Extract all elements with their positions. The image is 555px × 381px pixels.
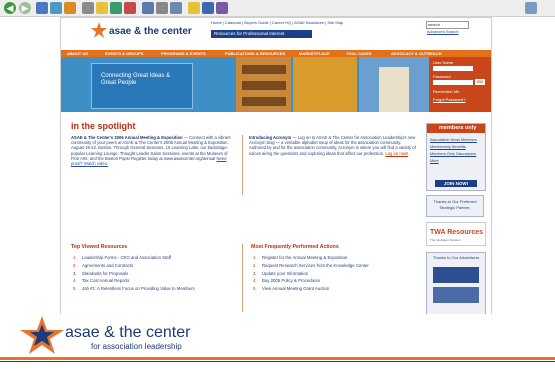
list-item[interactable]: 5. View Annual Meeting Grant Auction — [253, 285, 418, 293]
join-now-button[interactable]: JOIN NOW! — [435, 180, 477, 187]
advanced-search-link[interactable]: Advanced Search — [427, 29, 459, 34]
remember-me-checkbox[interactable]: Remember Me — [433, 89, 459, 94]
username-label: User Name — [433, 60, 454, 65]
advertisers-title: Thanks to Our Advertisers — [432, 255, 480, 260]
login-panel: User Name Password GO Remember Me Forgot… — [429, 57, 491, 112]
history-icon[interactable] — [124, 2, 136, 14]
spotlight-right-more[interactable]: Log on now! — [385, 151, 408, 156]
spotlight-left: ASAE & The Center's 2006 Annual Meeting … — [71, 135, 236, 166]
twa-name: TWA Resources — [430, 229, 484, 236]
members-link[interactable]: Membership Benefits — [430, 145, 466, 149]
banner-text: Connecting Great Ideas & Great People — [101, 73, 171, 86]
members-link[interactable]: More — [430, 159, 439, 163]
top-actions-list: 1. Register for the Annual Meeting & Expo… — [253, 254, 418, 293]
hero-banner: Connecting Great Ideas & Great People — [61, 57, 429, 112]
list-item[interactable]: 1. Leadership Forms - CEO and Association… — [73, 254, 238, 262]
window-icon[interactable] — [525, 2, 537, 14]
footer-rule-blue — [0, 361, 555, 362]
nav-item-advocacy[interactable]: ADVOCACY & OUTREACH — [391, 50, 442, 57]
members-only-title: members only — [427, 124, 485, 133]
site-header: asae & the center Home | Calendar | Buye… — [61, 18, 491, 50]
spotlight-title: in the spotlight — [71, 121, 136, 131]
footer-logo-star-icon — [20, 316, 64, 354]
top-viewed-list: 1. Leadership Forms - CEO and Association… — [73, 254, 238, 293]
forward-icon[interactable]: ▶ — [19, 2, 31, 14]
site-logo[interactable]: asae & the center — [109, 26, 192, 37]
divider — [242, 244, 243, 312]
advertiser-ad[interactable] — [433, 287, 479, 303]
list-item[interactable]: 4. Tax Cost Annual Reports — [73, 277, 238, 285]
members-link[interactable]: Members-Only Discussions — [430, 152, 476, 156]
favorites-icon[interactable] — [96, 2, 108, 14]
list-item[interactable]: 3. Update your Information — [253, 270, 418, 278]
footer-logo-text: asae & the center — [65, 324, 191, 341]
stop-icon[interactable] — [36, 2, 48, 14]
partner-box: Thanks to Our Preferred Strategic Partne… — [426, 195, 484, 217]
home-icon[interactable] — [64, 2, 76, 14]
members-link[interactable]: Association News Members — [430, 138, 477, 142]
top-links[interactable]: Home | Calendar | Buyers Guide | Career … — [211, 20, 343, 25]
folder-icon[interactable] — [188, 2, 200, 14]
password-input[interactable] — [433, 80, 473, 85]
divider — [242, 135, 243, 195]
nav-item-about[interactable]: ABOUT US — [67, 50, 88, 57]
banner-bookshelf-image — [236, 57, 291, 112]
footer-rule-orange — [0, 357, 555, 360]
top-viewed-title: Top Viewed Resources — [71, 244, 128, 250]
banner-ladder-image — [293, 57, 357, 112]
nav-item-tools[interactable]: TOOL CAVES — [346, 50, 372, 57]
mail-icon[interactable] — [142, 2, 154, 14]
research-icon[interactable] — [216, 2, 228, 14]
password-label: Password — [433, 74, 451, 79]
logo-star-icon — [91, 22, 107, 38]
nav-item-publications[interactable]: PUBLICATIONS & RESOURCES — [225, 50, 285, 57]
list-item[interactable]: 3. Standards for Proposals — [73, 270, 238, 278]
media-icon[interactable] — [110, 2, 122, 14]
main-nav: ABOUT US EVENTS & GROUPS PROGRAMS & EVEN… — [61, 50, 491, 57]
username-input[interactable] — [433, 66, 473, 71]
browser-toolbar: ◀ ▶ — [0, 0, 555, 17]
resource-select[interactable]: Resources for Professional Interest — [211, 30, 312, 38]
refresh-icon[interactable] — [50, 2, 62, 14]
back-icon[interactable]: ◀ — [4, 2, 16, 14]
edit-icon[interactable] — [170, 2, 182, 14]
forgot-password-link[interactable]: Forgot Password? — [433, 97, 465, 102]
spotlight-right: Introducing Acronym — Log on to ASAE & T… — [249, 135, 417, 156]
print-icon[interactable] — [156, 2, 168, 14]
advertisers-box: Thanks to Our Advertisers — [426, 252, 486, 314]
nav-item-events-groups[interactable]: EVENTS & GROUPS — [105, 50, 143, 57]
search-icon[interactable] — [82, 2, 94, 14]
website-page: asae & the center Home | Calendar | Buye… — [60, 17, 492, 315]
list-item[interactable]: 1. Register for the Annual Meeting & Expo… — [253, 254, 418, 262]
search-input[interactable]: search — [426, 21, 469, 29]
banner-architecture-image — [359, 57, 429, 112]
advertiser-ad[interactable] — [433, 267, 479, 283]
messenger-icon[interactable] — [202, 2, 214, 14]
top-actions-title: Most Frequently Performed Actions — [251, 244, 339, 250]
list-item[interactable]: 2. Request Research Services from the Kno… — [253, 262, 418, 270]
list-item[interactable]: 4. Buy 2005 Policy & Procedures — [253, 277, 418, 285]
login-go-button[interactable]: GO — [475, 79, 485, 85]
nav-item-programs[interactable]: PROGRAMS & EVENTS — [161, 50, 206, 57]
twa-tagline: The Intelligent Solution — [430, 238, 461, 242]
list-item[interactable]: 2. Agreements and Contracts — [73, 262, 238, 270]
list-item[interactable]: 5. Job #1: A Relentless Focus on Providin… — [73, 285, 238, 293]
nav-item-marketplace[interactable]: MARKETPLACE — [299, 50, 330, 57]
members-only-box: members only Association News Members Me… — [426, 123, 486, 191]
twa-ad[interactable]: TWA Resources The Intelligent Solution — [426, 222, 486, 246]
footer-logo-subtitle: for association leadership — [91, 342, 182, 351]
